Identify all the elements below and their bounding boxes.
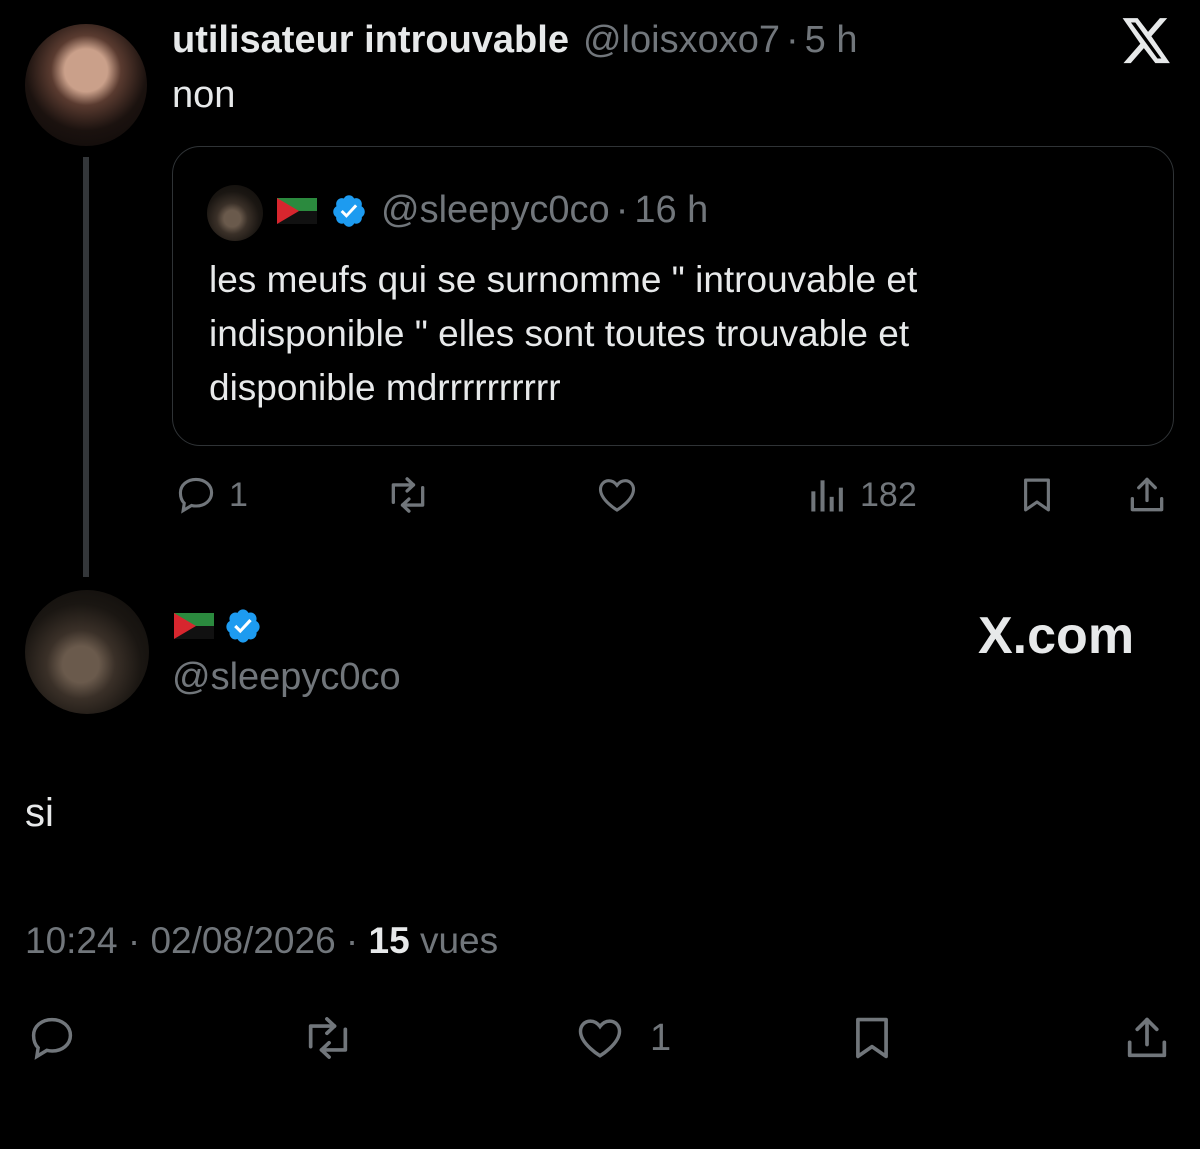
avatar[interactable] (25, 24, 147, 146)
reply-button[interactable] (24, 1012, 80, 1064)
bookmark-button[interactable] (1016, 473, 1058, 517)
separator-dot: · (785, 18, 799, 61)
tweet-text: si (25, 791, 54, 835)
avatar[interactable] (25, 590, 149, 714)
views-count: 182 (860, 475, 917, 514)
author-name[interactable]: utilisateur introuvable (172, 19, 569, 62)
tweet-header: utilisateur introuvable @loisxoxo7 · 5 h (172, 18, 857, 62)
tweet-meta: 10:24 · 02/08/2026 · 15 vues (25, 920, 498, 962)
retweet-icon (298, 1012, 358, 1064)
quote-handle[interactable]: @sleepyc0co (381, 189, 610, 232)
like-icon (572, 1012, 628, 1064)
views-label: vues (419, 920, 499, 961)
quote-text: les meufs qui se surnomme " introuvable … (209, 253, 1149, 415)
bookmark-icon (1016, 473, 1058, 517)
views-button[interactable]: 182 (806, 473, 917, 517)
share-icon (1124, 473, 1170, 517)
like-button[interactable] (594, 473, 640, 517)
share-button[interactable] (1120, 1012, 1174, 1064)
tweet-text: non (172, 74, 236, 116)
quote-text-line: disponible mdrrrrrrrrrr (209, 367, 561, 408)
share-icon (1120, 1012, 1174, 1064)
quote-header: @sleepyc0co · 16 h (381, 189, 708, 232)
retweet-icon (383, 473, 433, 517)
flag-icon (277, 198, 317, 224)
flag-icon (174, 613, 214, 639)
reply-icon (24, 1012, 80, 1064)
quote-avatar (207, 185, 263, 241)
reply-count: 1 (229, 475, 248, 514)
post-time[interactable]: 5 h (805, 19, 858, 62)
verified-badge-icon (224, 607, 262, 645)
reply-icon (173, 473, 219, 517)
author-handle[interactable]: @sleepyc0co (172, 656, 401, 699)
verified-badge-icon (331, 193, 367, 229)
reply-button[interactable]: 1 (173, 473, 248, 517)
separator-dot: · (615, 189, 629, 231)
thread-line (83, 157, 89, 577)
author-handle[interactable]: @loisxoxo7 (583, 19, 780, 62)
bookmark-icon (846, 1012, 898, 1064)
bookmark-button[interactable] (846, 1012, 898, 1064)
retweet-button[interactable] (383, 473, 433, 517)
quote-tweet-card[interactable]: @sleepyc0co · 16 h les meufs qui se surn… (172, 146, 1174, 446)
x-com-watermark: X.com (978, 607, 1135, 665)
views-count: 15 (368, 920, 410, 961)
quote-text-line: les meufs qui se surnomme " introuvable … (209, 259, 918, 300)
retweet-button[interactable] (298, 1012, 358, 1064)
views-icon (806, 473, 846, 517)
timestamp[interactable]: 10:24 · 02/08/2026 · (25, 920, 358, 961)
x-logo-icon[interactable] (1122, 18, 1172, 64)
like-icon (594, 473, 640, 517)
like-count: 1 (650, 1016, 672, 1059)
quote-text-line: indisponible " elles sont toutes trouvab… (209, 313, 910, 354)
quote-time[interactable]: 16 h (634, 189, 708, 232)
share-button[interactable] (1124, 473, 1170, 517)
like-button[interactable]: 1 (572, 1012, 671, 1064)
